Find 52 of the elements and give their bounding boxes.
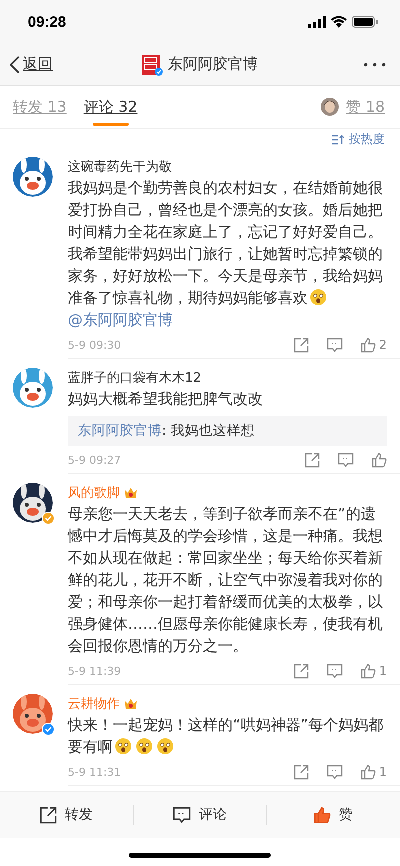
like-button[interactable]: 1	[361, 764, 387, 780]
page-title: 东阿阿胶官博	[168, 55, 258, 74]
thumbs-up-icon	[314, 806, 332, 824]
emoji-icon	[157, 738, 174, 755]
emoji-icon	[115, 738, 132, 755]
comment-icon[interactable]	[327, 664, 344, 678]
share-icon[interactable]	[294, 664, 310, 678]
comment-time: 5-9 11:31	[68, 766, 122, 778]
comment-time: 5-9 11:39	[68, 664, 122, 678]
comment-text: 妈妈大概希望我能把脾气改改	[68, 389, 264, 410]
repost-button[interactable]: 转发	[0, 792, 133, 838]
emoji-icon	[310, 289, 327, 306]
avatar-icon	[321, 98, 340, 116]
tab[interactable]: 赞 18	[346, 88, 385, 126]
share-icon[interactable]	[294, 764, 310, 780]
sort-button[interactable]: 按热度	[332, 131, 385, 148]
comment-button[interactable]: 评论	[134, 792, 266, 838]
comment-time: 5-9 09:27	[68, 454, 122, 466]
back-button[interactable]: 返回	[10, 55, 53, 74]
share-icon[interactable]	[305, 452, 320, 468]
comment-icon[interactable]	[327, 764, 344, 780]
comment-icon[interactable]	[327, 338, 344, 352]
signal-icon	[308, 16, 326, 28]
comment-icon[interactable]	[338, 452, 354, 468]
share-icon[interactable]	[294, 338, 310, 352]
like-button[interactable]: 赞	[267, 792, 400, 838]
user-name[interactable]: 这碗毒药先干为敬	[68, 158, 172, 176]
mention-link[interactable]: @东阿阿胶官博	[68, 311, 173, 329]
status-time: 09:28	[28, 14, 66, 30]
more-icon[interactable]	[364, 62, 386, 66]
comment-time: 5-9 09:30	[68, 338, 122, 352]
tab[interactable]: 转发 13	[13, 88, 67, 126]
user-name[interactable]: 云耕物作	[68, 695, 120, 713]
back-icon	[10, 56, 20, 74]
user-name[interactable]: 蓝胖子的口袋有木木12	[68, 369, 202, 387]
user-name[interactable]: 风的歌脚	[68, 484, 120, 502]
comment-text: 快来！一起宠妈！这样的“哄妈神器”每个妈妈都要有啊	[68, 715, 385, 758]
comment-icon	[173, 806, 191, 824]
crown-icon	[124, 698, 138, 710]
emoji-icon	[136, 738, 153, 755]
brand-logo-icon	[142, 54, 160, 74]
crown-icon	[124, 486, 138, 500]
battery-icon	[352, 16, 378, 28]
sort-icon	[332, 134, 345, 144]
like-button[interactable]: 1	[361, 664, 387, 678]
reply-text: 东阿阿胶官博: 我妈也这样想	[78, 423, 255, 439]
tab[interactable]: 评论 32	[84, 88, 138, 126]
like-button[interactable]: 2	[361, 338, 387, 352]
wifi-icon	[331, 16, 347, 28]
comment-text: 我妈妈是个勤劳善良的农村妇女，在结婚前她很爱打扮自己，曾经也是个漂亮的女孩。婚后她把时间精力全花在家庭上了，忘记了好好爱自己。我希望能带妈妈出门旅行，让她暂时忘掉繁锁的家务，好好放松一下。今天是母亲节，我给妈妈准备了惊喜礼物，期待妈妈能够喜欢 @东阿阿胶官博	[68, 178, 384, 331]
comment-text: 母亲您一天天老去，等到子欲孝而亲不在”的遗憾中才后悔莫及的学会珍惜，这是一种痛。我想不如从现在做起：常回家坐坐；每天给你买着新鲜的花儿，花开不断，让空气中弥漫着我对你的爱；和母亲你一起打着舒缓而优美的太极拳，以强身健体……但愿母亲你能健康长寿，使我有机会回报你恩情的万分之一。	[68, 504, 384, 657]
share-icon	[40, 806, 57, 824]
